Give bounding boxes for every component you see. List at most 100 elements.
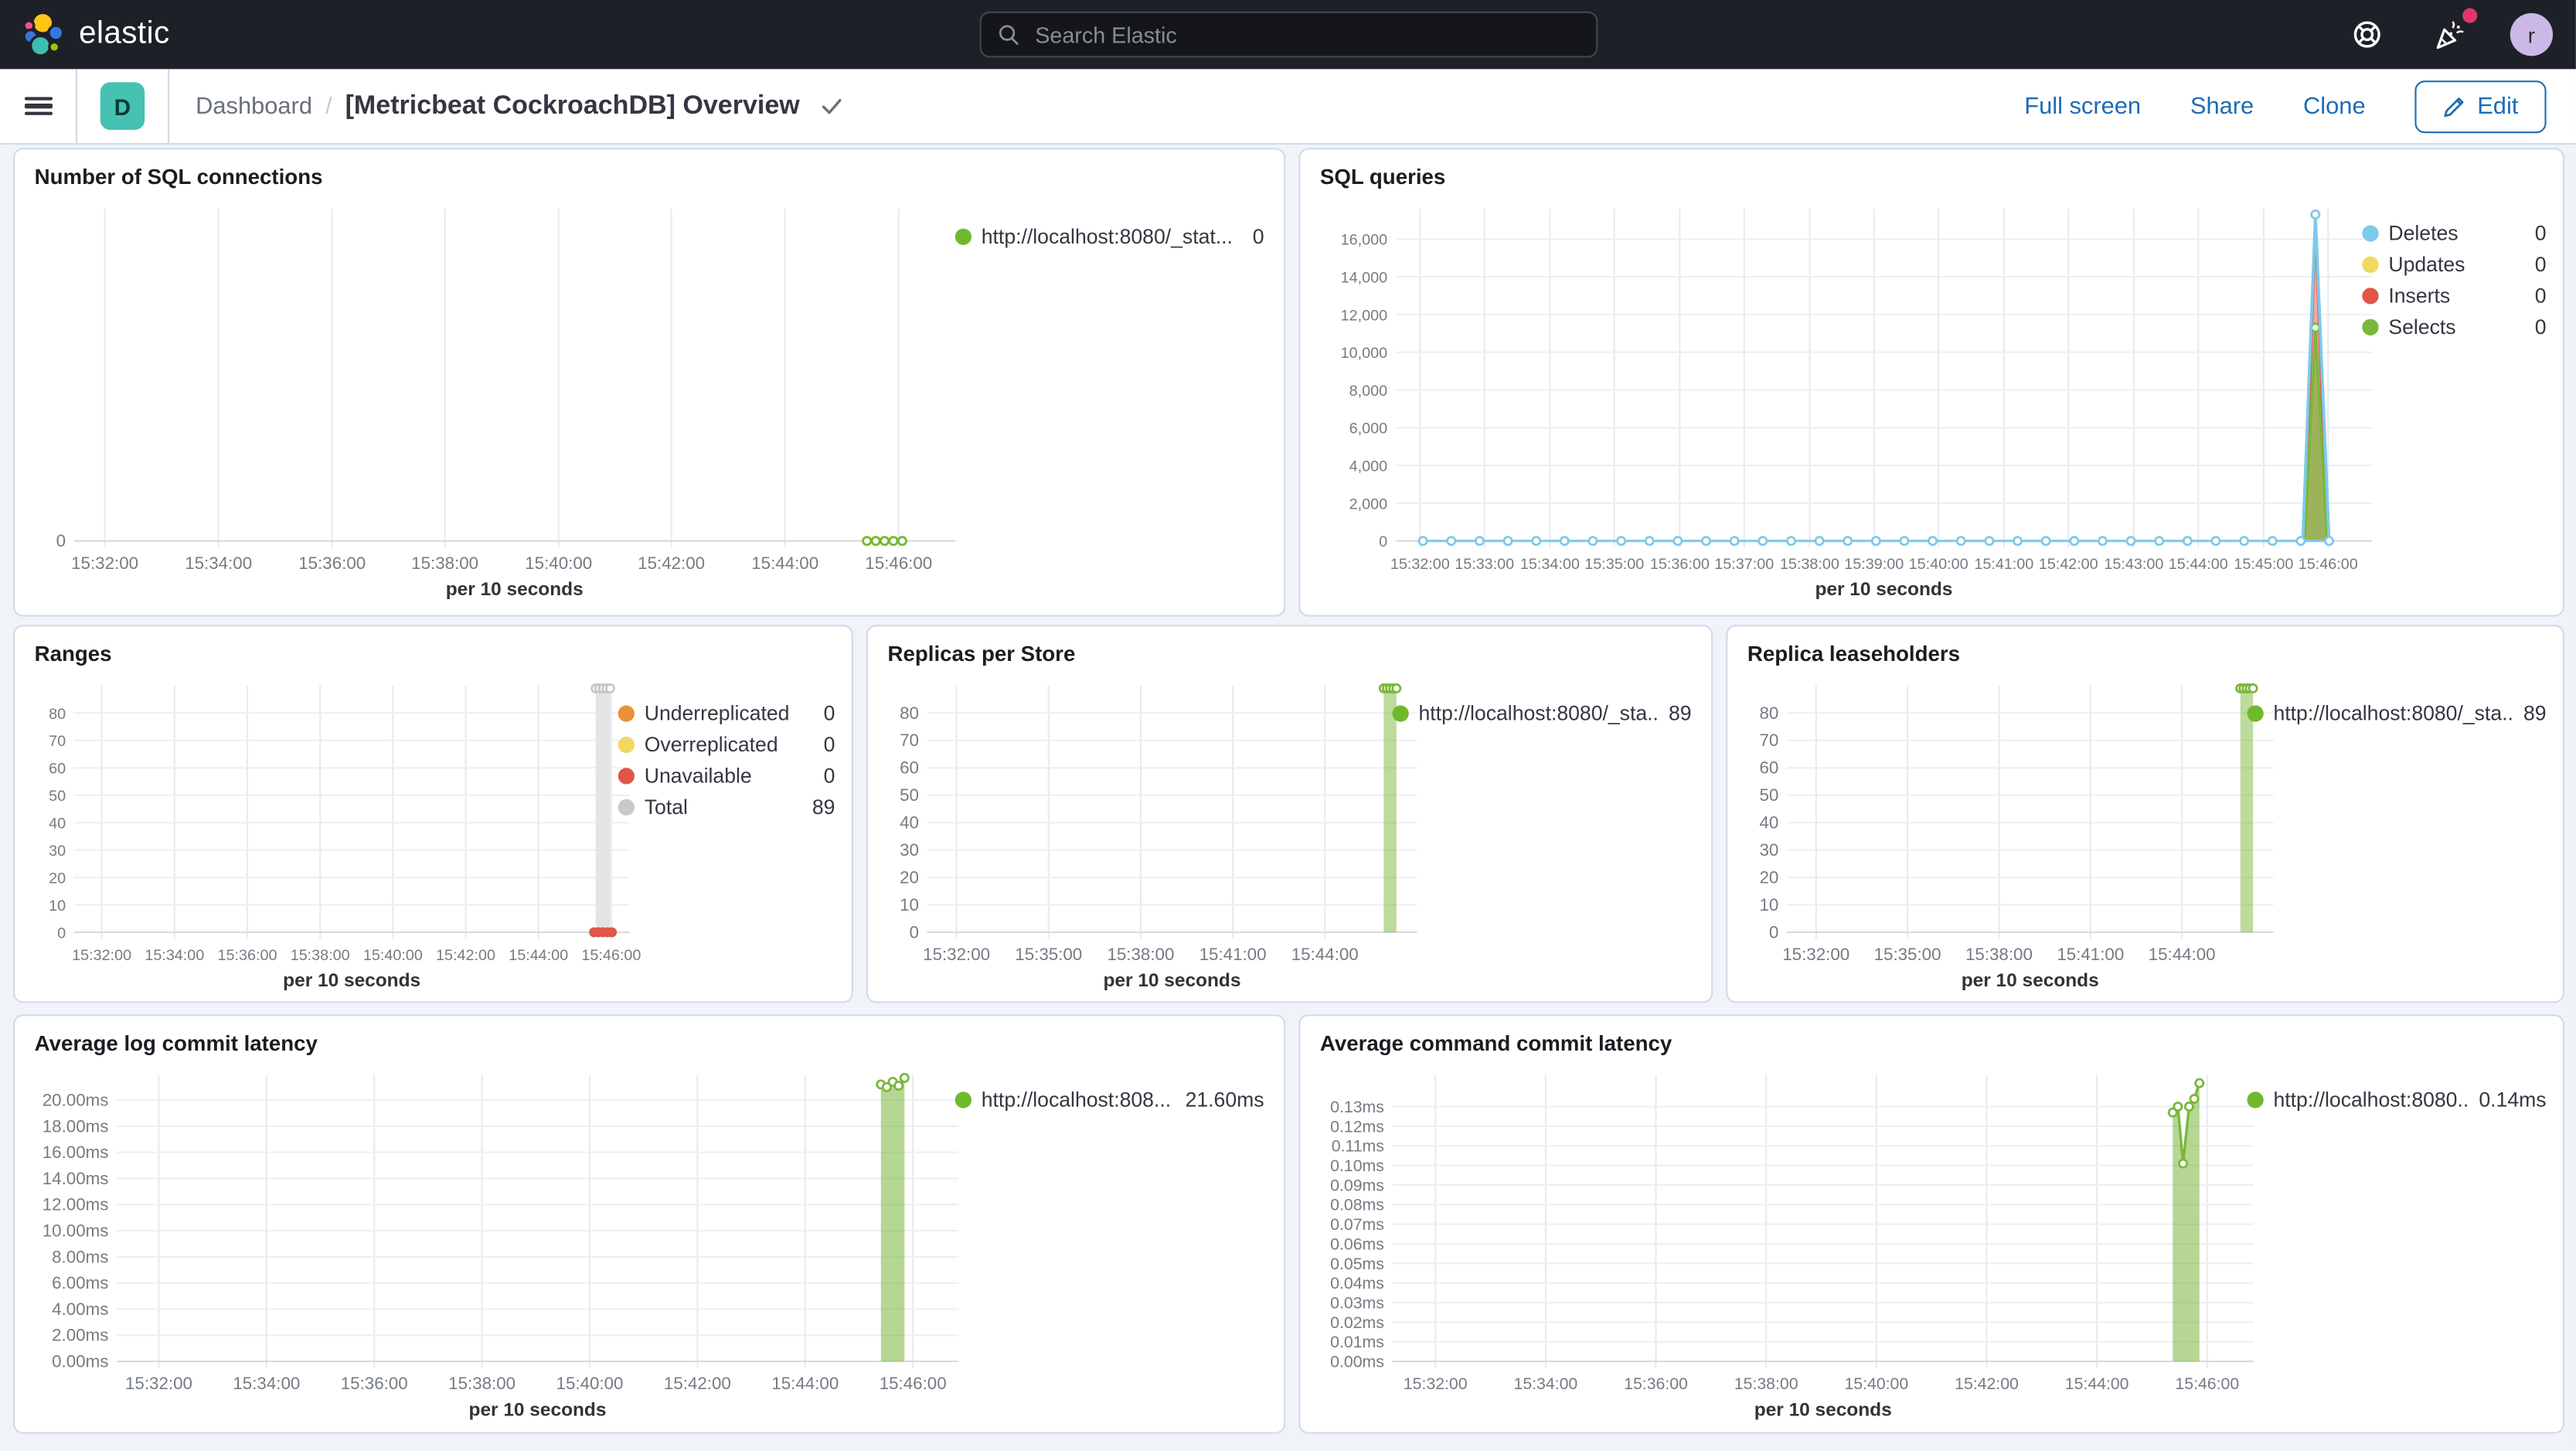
svg-text:15:34:00: 15:34:00 <box>185 553 252 573</box>
legend-item[interactable]: Selects 0 <box>2362 315 2547 339</box>
legend-series-dot <box>2362 288 2379 305</box>
svg-text:0: 0 <box>57 925 66 942</box>
svg-text:10: 10 <box>900 895 919 915</box>
chart-replicas-per-store[interactable]: 15:32:00 15:35:00 15:38:00 15:41:00 15:44:00… <box>878 673 1424 995</box>
panel-ranges: Ranges 15:32:00 15:34:00 15:36:00 15:38:00 1… <box>13 625 853 1003</box>
global-search[interactable] <box>978 11 1598 58</box>
legend-item[interactable]: http://localhost:8080/_sta... 89 <box>1392 702 1692 725</box>
svg-text:15:32:00: 15:32:00 <box>125 1374 192 1393</box>
user-avatar[interactable]: r <box>2510 13 2554 56</box>
breadcrumb: Dashboard / [Metricbeat CockroachDB] Ove… <box>196 91 842 121</box>
legend-item[interactable]: http://localhost:8080/_sta... 89 <box>2247 702 2547 725</box>
svg-text:10.00ms: 10.00ms <box>43 1221 109 1241</box>
svg-text:60: 60 <box>900 758 919 778</box>
chart-replica-leaseholders[interactable]: 15:32:00 15:35:00 15:38:00 15:41:00 15:44:00… <box>1737 673 2280 995</box>
svg-text:16.00ms: 16.00ms <box>43 1143 109 1162</box>
legend-series-label: Deletes <box>2388 222 2459 245</box>
legend-series-label: Selects <box>2388 315 2456 339</box>
svg-text:70: 70 <box>900 731 919 750</box>
legend-item[interactable]: http://localhost:808... 21.60ms <box>955 1088 1264 1112</box>
svg-text:40: 40 <box>900 813 919 833</box>
svg-text:15:40:00: 15:40:00 <box>525 553 592 573</box>
legend-item[interactable]: Inserts 0 <box>2362 284 2547 308</box>
svg-text:15:42:00: 15:42:00 <box>1955 1374 2019 1393</box>
panel-title: Replicas per Store <box>887 641 1076 666</box>
legend-item[interactable]: Overreplicated 0 <box>618 733 835 757</box>
svg-text:2,000: 2,000 <box>1349 496 1387 513</box>
svg-text:15:35:00: 15:35:00 <box>1874 945 1941 964</box>
legend-item[interactable]: Unavailable 0 <box>618 765 835 788</box>
svg-text:15:41:00: 15:41:00 <box>1974 556 2033 573</box>
avatar-initial: r <box>2527 22 2536 47</box>
hamburger-menu-icon[interactable] <box>0 69 76 143</box>
svg-text:15:39:00: 15:39:00 <box>1844 556 1904 573</box>
title-menu-check-icon[interactable] <box>819 96 842 116</box>
legend-series-value: 21.60ms <box>1185 1088 1264 1112</box>
chart-ranges[interactable]: 15:32:00 15:34:00 15:36:00 15:38:00 15:40:00… <box>25 673 641 995</box>
chart-legend: http://localhost:808... 21.60ms <box>955 1088 1264 1112</box>
svg-text:15:44:00: 15:44:00 <box>2169 556 2228 573</box>
svg-text:15:38:00: 15:38:00 <box>411 553 478 573</box>
svg-text:18.00ms: 18.00ms <box>43 1116 109 1136</box>
legend-item[interactable]: http://localhost:8080/_stat... 0 <box>955 225 1264 248</box>
svg-text:40: 40 <box>49 816 66 833</box>
legend-series-dot <box>1392 705 1409 722</box>
panel-average-command-commit-latency: Average command commit latency 15:32:00 1… <box>1298 1014 2564 1434</box>
svg-text:15:40:00: 15:40:00 <box>363 947 423 964</box>
svg-text:20: 20 <box>49 870 66 887</box>
svg-text:0: 0 <box>910 922 919 942</box>
legend-series-value: 0 <box>823 765 835 788</box>
svg-text:50: 50 <box>900 785 919 805</box>
svg-text:12.00ms: 12.00ms <box>43 1195 109 1214</box>
edit-button-label: Edit <box>2477 93 2519 120</box>
notification-dot <box>2462 8 2478 23</box>
legend-series-label: Overreplicated <box>644 733 778 757</box>
svg-text:70: 70 <box>1759 731 1778 750</box>
legend-item[interactable]: Underreplicated 0 <box>618 702 835 725</box>
chart-legend: http://localhost:8080... 0.14ms <box>2247 1088 2547 1112</box>
share-button[interactable]: Share <box>2190 93 2254 119</box>
legend-item[interactable]: Deletes 0 <box>2362 222 2547 245</box>
full-screen-button[interactable]: Full screen <box>2024 93 2141 119</box>
svg-text:10,000: 10,000 <box>1341 345 1387 362</box>
svg-text:8,000: 8,000 <box>1349 383 1387 400</box>
svg-text:20.00ms: 20.00ms <box>43 1091 109 1110</box>
help-icon[interactable] <box>2346 13 2388 56</box>
legend-item[interactable]: Total 89 <box>618 795 835 819</box>
chart-average-command-commit-latency[interactable]: 15:32:00 15:34:00 15:36:00 15:38:00 15:40:00… <box>1310 1062 2260 1424</box>
svg-text:15:42:00: 15:42:00 <box>436 947 495 964</box>
clone-button[interactable]: Clone <box>2303 93 2366 119</box>
svg-text:80: 80 <box>900 703 919 723</box>
legend-series-dot <box>618 799 635 816</box>
svg-text:0.06ms: 0.06ms <box>1330 1235 1384 1253</box>
legend-item[interactable]: http://localhost:8080... 0.14ms <box>2247 1088 2547 1112</box>
divider <box>167 69 170 144</box>
legend-series-value: 89 <box>812 795 835 819</box>
legend-series-value: 0 <box>2534 284 2547 308</box>
svg-text:15:46:00: 15:46:00 <box>865 553 932 573</box>
breadcrumb-dashboard-link[interactable]: Dashboard <box>196 93 312 119</box>
newsfeed-icon[interactable] <box>2428 8 2478 56</box>
svg-text:30: 30 <box>1759 840 1778 860</box>
legend-series-value: 0 <box>823 702 835 725</box>
chart-sql-queries[interactable]: 15:32:00 15:33:00 15:34:00 15:35:00 15:36:00… <box>1310 196 2378 603</box>
svg-text:0.10ms: 0.10ms <box>1330 1156 1384 1175</box>
chart-average-log-commit-latency[interactable]: 15:32:00 15:34:00 15:36:00 15:38:00 15:40:00… <box>25 1062 965 1424</box>
svg-text:6.00ms: 6.00ms <box>52 1273 108 1293</box>
svg-text:50: 50 <box>49 788 66 805</box>
search-input[interactable] <box>1031 20 1579 49</box>
svg-text:0.01ms: 0.01ms <box>1330 1333 1384 1351</box>
chart-number-of-sql-connections[interactable]: 15:32:00 15:34:00 15:36:00 15:38:00 15:40:00… <box>25 196 961 603</box>
legend-item[interactable]: Updates 0 <box>2362 254 2547 276</box>
edit-button[interactable]: Edit <box>2414 80 2547 133</box>
svg-text:0.05ms: 0.05ms <box>1330 1255 1384 1273</box>
svg-text:15:40:00: 15:40:00 <box>1844 1374 1908 1393</box>
divider <box>75 69 77 144</box>
svg-text:15:36:00: 15:36:00 <box>218 947 277 964</box>
elastic-logo[interactable]: elastic <box>22 11 170 58</box>
svg-text:15:38:00: 15:38:00 <box>448 1374 516 1393</box>
svg-text:15:46:00: 15:46:00 <box>2175 1374 2239 1393</box>
svg-text:15:41:00: 15:41:00 <box>1200 945 1267 964</box>
kibana-dashboard-app: elastic Search Elastic r D Dashboard / [… <box>0 0 2576 1451</box>
dashboard-actions: Full screen Share Clone Edit <box>2024 80 2576 133</box>
